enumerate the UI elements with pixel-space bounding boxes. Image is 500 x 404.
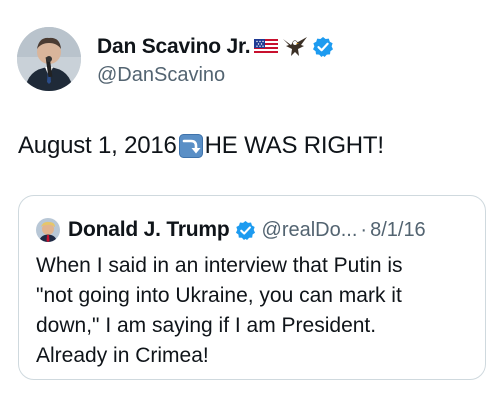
verified-badge-icon (312, 36, 334, 58)
separator-dot: · (360, 218, 368, 241)
tweet-text-date: August 1, 2016 (18, 132, 177, 159)
quote-text-line: When I said in an interview that Putin i… (36, 254, 403, 277)
quote-author-handle[interactable]: @realDo... (262, 219, 358, 242)
us-flag-icon (254, 39, 279, 55)
verified-badge-icon (235, 220, 256, 241)
quote-author-avatar[interactable] (36, 218, 60, 242)
author-avatar[interactable] (17, 27, 81, 91)
author-name[interactable]: Dan Scavino Jr. (97, 35, 251, 59)
quote-date[interactable]: 8/1/16 (370, 219, 426, 242)
quote-header: Donald J. Trump @realDo... · 8/1/16 (36, 217, 426, 243)
author-handle[interactable]: @DanScavino (97, 64, 225, 87)
author-name-row: Dan Scavino Jr. (97, 33, 334, 61)
avatar-image (17, 27, 81, 91)
quote-text-line: down," I am saying if I am President. (36, 314, 377, 337)
tweet-text: August 1, 2016 HE WAS RIGHT! (18, 132, 384, 160)
quote-text: When I said in an interview that Putin i… (36, 251, 476, 371)
tweet-text-message: HE WAS RIGHT! (204, 132, 384, 159)
quote-text-line: "not going into Ukraine, you can mark it (36, 284, 402, 307)
eagle-icon (282, 36, 308, 58)
quote-text-line: Already in Crimea! (36, 344, 209, 367)
quote-author-name[interactable]: Donald J. Trump (68, 218, 230, 242)
quoted-tweet-card[interactable]: Donald J. Trump @realDo... · 8/1/16 When… (18, 195, 486, 380)
right-arrow-curving-down-icon (178, 134, 203, 158)
